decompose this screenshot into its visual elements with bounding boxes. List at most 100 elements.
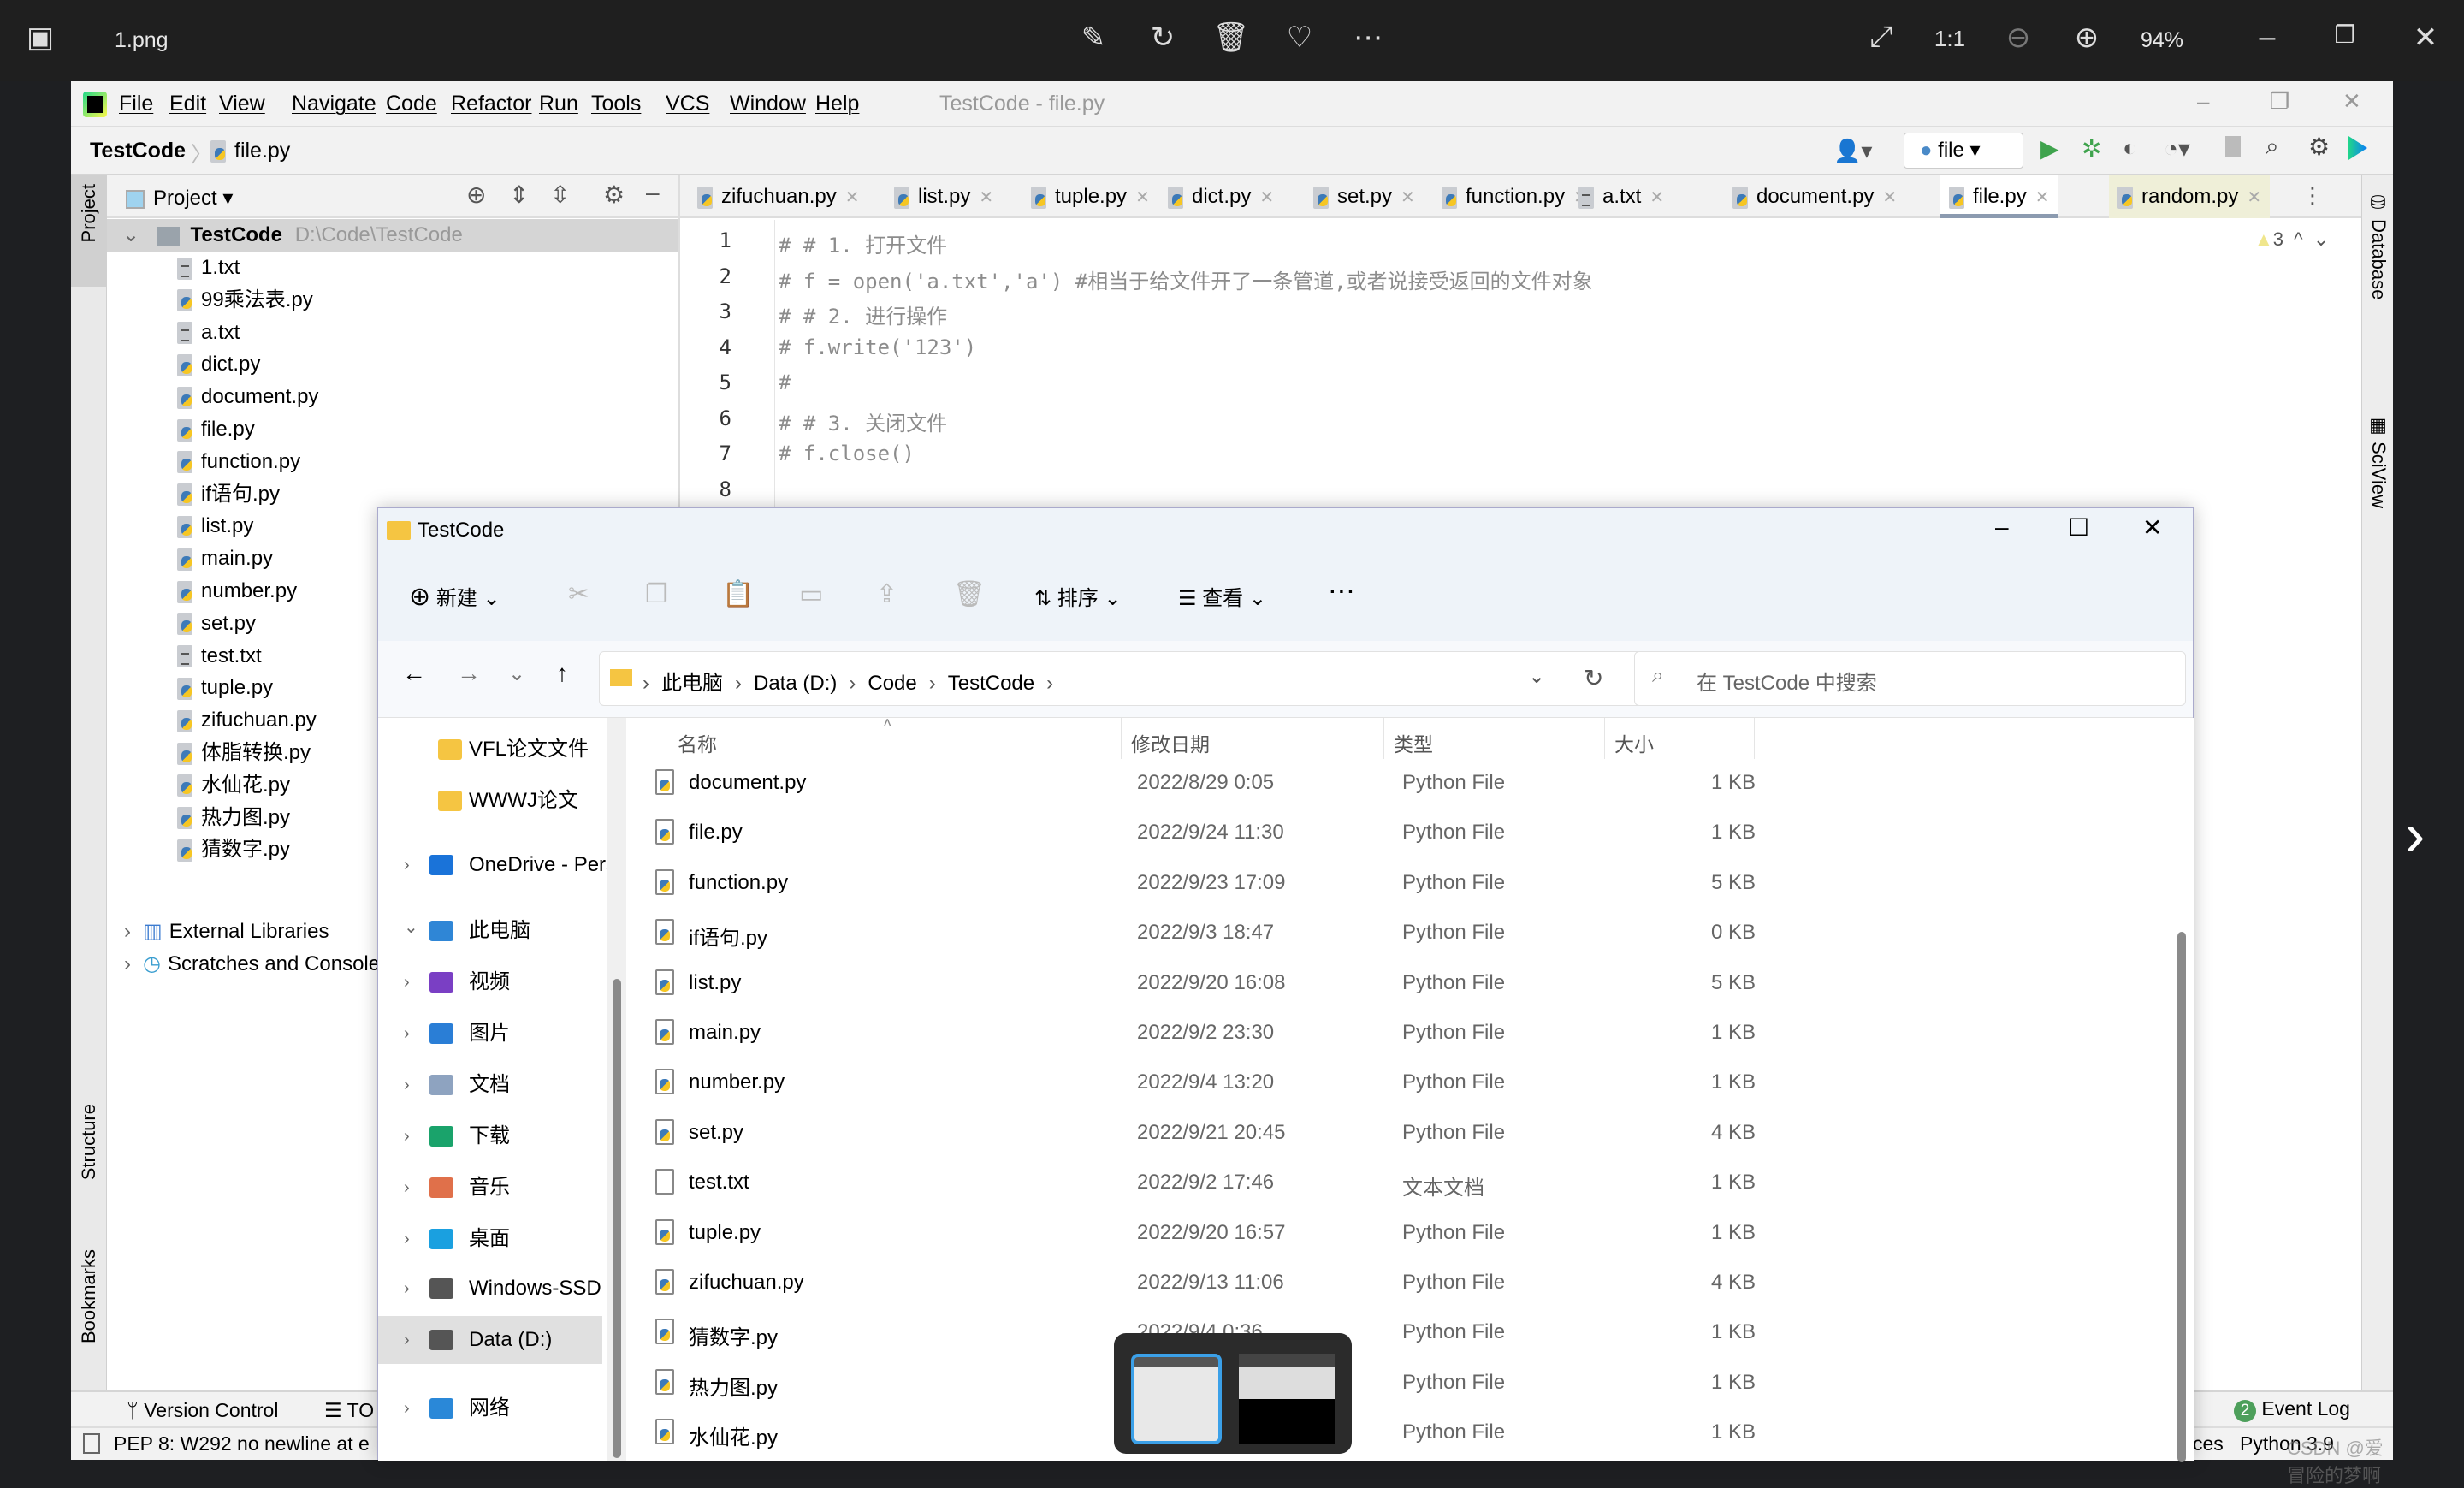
tree-item[interactable]: 体脂转换.py	[177, 737, 311, 769]
tab-close-icon[interactable]: ✕	[1882, 188, 1897, 207]
code-line[interactable]: # f.close()	[779, 442, 915, 465]
tree-item[interactable]: main.py	[177, 542, 273, 575]
recent-locations-button[interactable]: ⌄	[508, 661, 525, 686]
menu-refactor[interactable]: Refactor	[451, 92, 531, 116]
refresh-button[interactable]: ↻	[1584, 664, 1603, 692]
tabs-more-icon[interactable]: ⋮	[2301, 182, 2324, 209]
debug-icon[interactable]: ✲	[2082, 134, 2101, 163]
column-divider[interactable]	[1604, 718, 1605, 759]
ide-restore-button[interactable]: ❐	[2270, 88, 2289, 115]
menu-tools[interactable]: Tools	[591, 92, 641, 116]
delete-icon[interactable]: 🗑	[953, 579, 986, 609]
search-box[interactable]: ⌕ 在 TestCode 中搜索	[1634, 651, 2186, 706]
nav-item[interactable]: › Data (D:)	[378, 1316, 602, 1364]
collapsed-chevron-icon[interactable]: ›	[404, 1316, 410, 1364]
window-thumbnail-2[interactable]	[1239, 1354, 1335, 1444]
rotate-icon[interactable]: ↻	[1141, 21, 1184, 55]
column-divider[interactable]	[1754, 718, 1755, 759]
version-control-tab[interactable]: ᛘ Version Control	[127, 1399, 278, 1422]
search-input[interactable]: 在 TestCode 中搜索	[1697, 666, 1877, 696]
column-header-3[interactable]: 大小	[1614, 728, 1654, 757]
rename-icon[interactable]: ▭	[799, 579, 823, 609]
todo-tab[interactable]: ☰ TO	[324, 1399, 374, 1422]
up-button[interactable]: ↑	[556, 660, 568, 687]
file-row[interactable]: 热力图.py Python File 1 KB	[626, 1359, 2194, 1408]
tab-random-py[interactable]: random.py ✕	[2109, 175, 2271, 218]
heart-icon[interactable]: ♡	[1278, 21, 1321, 55]
address-crumb[interactable]: 此电脑	[661, 672, 723, 695]
tab-tuple-py[interactable]: tuple.py ✕	[1022, 175, 1158, 218]
explorer-close-button[interactable]: ✕	[2142, 513, 2162, 542]
back-button[interactable]: ←	[402, 660, 426, 687]
tab-close-icon[interactable]: ✕	[845, 188, 860, 207]
explorer-maximize-button[interactable]: ☐	[2068, 513, 2089, 542]
zoom-out-icon[interactable]: ⊖	[1997, 21, 2040, 55]
nav-item[interactable]: WWWJ论文	[378, 777, 602, 825]
close-button[interactable]: ✕	[2404, 21, 2447, 55]
stop-icon[interactable]	[2225, 136, 2241, 157]
file-row[interactable]: if语句.py 2022/9/3 18:47 Python File 0 KB	[626, 909, 2194, 958]
status-toggle-icon[interactable]	[83, 1433, 100, 1454]
nav-item[interactable]: › 音乐	[378, 1164, 602, 1212]
file-row[interactable]: tuple.py 2022/9/20 16:57 Python File 1 KB	[626, 1209, 2194, 1259]
file-row[interactable]: function.py 2022/9/23 17:09 Python File 5 K…	[626, 859, 2194, 909]
tree-external-libraries[interactable]: › ▥ External Libraries	[124, 916, 329, 948]
tree-item[interactable]: if语句.py	[177, 478, 280, 511]
tab-close-icon[interactable]: ✕	[1401, 188, 1415, 207]
paste-icon[interactable]: 📋	[722, 579, 754, 609]
jetbrains-toolbox-icon[interactable]	[2348, 136, 2367, 160]
event-log-tab[interactable]: 2 Event Log	[2234, 1397, 2350, 1422]
settings-icon[interactable]: ⚙	[2308, 133, 2330, 161]
address-separator-icon[interactable]: ›	[849, 672, 856, 695]
tab-set-py[interactable]: set.py ✕	[1305, 175, 1424, 218]
tree-item[interactable]: 热力图.py	[177, 802, 290, 834]
tab-close-icon[interactable]: ✕	[2247, 188, 2261, 207]
column-header-0[interactable]: 名称	[678, 728, 717, 757]
restore-button[interactable]: ❐	[2324, 21, 2366, 49]
menu-vcs[interactable]: VCS	[666, 92, 709, 116]
nav-item[interactable]: › 下载	[378, 1112, 602, 1160]
address-history-chevron-icon[interactable]: ⌄	[1528, 664, 1545, 689]
tree-item[interactable]: 99乘法表.py	[177, 284, 313, 317]
tree-item[interactable]: 1.txt	[177, 252, 240, 284]
column-header-1[interactable]: 修改日期	[1131, 728, 1210, 757]
code-line[interactable]: #	[779, 371, 791, 394]
collapsed-chevron-icon[interactable]: ›	[404, 1112, 410, 1160]
scrollbar-thumb[interactable]	[2177, 932, 2186, 1462]
inspection-widget[interactable]: ▲3 ^ ⌄	[2254, 228, 2329, 251]
share-icon[interactable]: ⇪	[876, 579, 897, 609]
project-settings-icon[interactable]: ⚙	[603, 181, 625, 209]
nav-item[interactable]: ⌄ 此电脑	[378, 907, 602, 955]
column-divider[interactable]	[1121, 718, 1122, 759]
tree-root[interactable]: ⌄ TestCode D:\Code\TestCode	[107, 219, 678, 252]
code-line[interactable]: # f.write('123')	[779, 335, 976, 359]
delete-icon[interactable]: 🗑	[1210, 21, 1253, 55]
tab-close-icon[interactable]: ✕	[1135, 188, 1150, 207]
view-button[interactable]: ☰ 查看 ⌄	[1178, 581, 1266, 611]
fullscreen-icon[interactable]: ⤢	[1860, 21, 1903, 54]
file-row[interactable]: test.txt 2022/9/2 17:46 文本文档 1 KB	[626, 1159, 2194, 1208]
coverage-icon[interactable]: ◐	[2123, 134, 2137, 162]
collapsed-chevron-icon[interactable]: ›	[404, 1265, 410, 1313]
nav-item[interactable]: › 网络	[378, 1384, 602, 1432]
menu-navigate[interactable]: Navigate	[292, 92, 376, 116]
menu-file[interactable]: File	[119, 92, 153, 116]
zoom-in-icon[interactable]: ⊕	[2065, 21, 2108, 55]
file-row[interactable]: number.py 2022/9/4 13:20 Python File 1 KB	[626, 1058, 2194, 1108]
file-row[interactable]: main.py 2022/9/2 23:30 Python File 1 KB	[626, 1009, 2194, 1058]
tree-item[interactable]: number.py	[177, 575, 297, 608]
actual-size-icon[interactable]: 1:1	[1928, 26, 1971, 52]
scrollbar-thumb[interactable]	[613, 979, 621, 1458]
tab-zifuchuan-py[interactable]: zifuchuan.py ✕	[689, 175, 868, 218]
code-line[interactable]: # # 2. 进行操作	[779, 299, 947, 329]
collapsed-chevron-icon[interactable]: ›	[404, 1384, 410, 1432]
expanded-chevron-icon[interactable]: ⌄	[404, 904, 418, 951]
more-icon[interactable]: ⋯	[1347, 21, 1389, 55]
file-row[interactable]: set.py 2022/9/21 20:45 Python File 4 KB	[626, 1109, 2194, 1159]
expand-all-icon[interactable]: ⇕	[509, 181, 529, 209]
tab-a-txt[interactable]: a.txt ✕	[1570, 175, 1673, 218]
file-row[interactable]: 猜数字.py 2022/9/4 0:36 Python File 1 KB	[626, 1308, 2194, 1358]
database-tool-tab[interactable]: ⛁ Database	[2367, 193, 2390, 299]
address-separator-icon[interactable]: ›	[929, 672, 936, 695]
window-thumbnail-1[interactable]	[1131, 1354, 1222, 1444]
